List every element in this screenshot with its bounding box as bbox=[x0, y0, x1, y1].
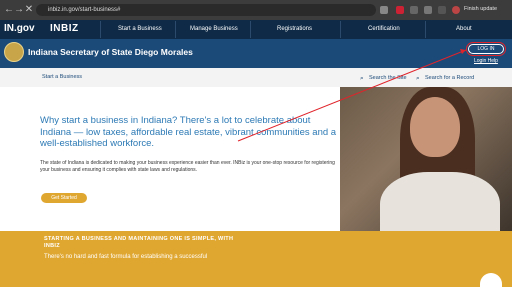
search-icon[interactable]: ⌕ bbox=[416, 75, 423, 82]
state-seal-icon bbox=[4, 42, 24, 62]
search-site-link[interactable]: Search the Site bbox=[369, 75, 407, 82]
sidebar-icon[interactable] bbox=[438, 6, 446, 14]
page-title: Indiana Secretary of State Diego Morales bbox=[28, 47, 193, 57]
ingov-logo[interactable]: IN.gov bbox=[4, 22, 35, 36]
get-started-button[interactable]: Get Started bbox=[41, 193, 87, 203]
photo-face bbox=[410, 97, 460, 157]
band-body: There's no hard and fast formula for est… bbox=[44, 254, 208, 260]
photo-shirt bbox=[380, 172, 500, 231]
search-icon[interactable]: ⌕ bbox=[360, 75, 367, 82]
download-icon[interactable] bbox=[424, 6, 432, 14]
avatar[interactable] bbox=[452, 6, 460, 14]
login-help-link[interactable]: Login Help bbox=[474, 58, 498, 64]
nav-certification[interactable]: Certification bbox=[368, 25, 400, 33]
puzzle-icon[interactable] bbox=[410, 6, 418, 14]
nav-divider bbox=[340, 21, 341, 38]
star-icon[interactable] bbox=[380, 6, 388, 14]
search-record-link[interactable]: Search for a Record bbox=[425, 75, 474, 82]
nav-divider bbox=[250, 21, 251, 38]
nav-divider bbox=[425, 21, 426, 38]
nav-divider bbox=[175, 21, 176, 38]
nav-manage-business[interactable]: Manage Business bbox=[190, 25, 238, 33]
breadcrumb[interactable]: Start a Business bbox=[42, 74, 82, 81]
nav-start-business[interactable]: Start a Business bbox=[118, 25, 162, 33]
hero-title: Why start a business in Indiana? There's… bbox=[40, 115, 337, 149]
extension-icon[interactable] bbox=[396, 6, 404, 14]
finish-update-button[interactable]: Finish update bbox=[464, 6, 497, 12]
band-title: STARTING A BUSINESS AND MAINTAINING ONE … bbox=[44, 236, 234, 249]
inbiz-logo[interactable]: INBIZ bbox=[50, 22, 79, 36]
hero-body: The state of Indiana is dedicated to mak… bbox=[40, 160, 335, 173]
url-text[interactable]: inbiz.in.gov/start-business# bbox=[48, 5, 120, 15]
nav-divider bbox=[100, 21, 101, 38]
nav-about[interactable]: About bbox=[456, 25, 472, 33]
hero-photo bbox=[340, 87, 512, 231]
login-button[interactable]: LOG IN bbox=[466, 42, 506, 56]
close-icon[interactable]: ✕ bbox=[23, 4, 35, 16]
nav-registrations[interactable]: Registrations bbox=[277, 25, 312, 33]
